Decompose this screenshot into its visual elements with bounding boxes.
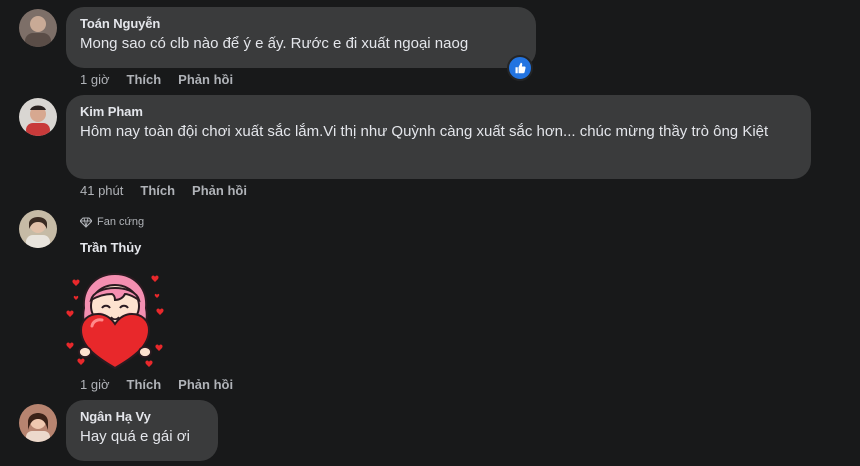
comment-bubble: Ngân Hạ Vy Hay quá e gái ơi	[66, 400, 218, 461]
reply-button[interactable]: Phản hồi	[178, 72, 233, 88]
thumbs-up-icon[interactable]	[507, 55, 533, 81]
heart-girl-sticker[interactable]	[64, 268, 166, 372]
comment-author[interactable]: Kim Pham	[80, 103, 799, 120]
avatar[interactable]	[19, 404, 57, 442]
comment-text: Mong sao có clb nào để ý e ấy. Rước e đi…	[80, 35, 469, 52]
diamond-icon	[80, 216, 92, 228]
fan-badge: Fan cứng	[80, 216, 144, 228]
comment-author[interactable]: Toán Nguyễn	[80, 15, 524, 32]
comment-time[interactable]: 41 phút	[80, 183, 123, 199]
reply-button[interactable]: Phản hồi	[178, 377, 233, 393]
comment-author[interactable]: Ngân Hạ Vy	[80, 408, 206, 425]
like-button[interactable]: Thích	[127, 377, 162, 393]
comment-actions: 41 phút Thích Phản hồi	[80, 183, 264, 199]
comment-author[interactable]: Trần Thủy	[80, 239, 141, 256]
comment-bubble: Kim Pham Hôm nay toàn đội chơi xuất sắc …	[66, 95, 811, 179]
like-button[interactable]: Thích	[127, 72, 162, 88]
avatar[interactable]	[19, 98, 57, 136]
comment-time[interactable]: 1 giờ	[80, 377, 110, 393]
avatar[interactable]	[19, 9, 57, 47]
like-button[interactable]: Thích	[140, 183, 175, 199]
fan-badge-label: Fan cứng	[97, 216, 145, 228]
comment-actions: 1 giờ Thích Phản hồi	[80, 377, 250, 393]
comment-text: Hôm nay toàn đội chơi xuất sắc lắm.Vi th…	[80, 123, 769, 140]
avatar[interactable]	[19, 210, 57, 248]
comment-time[interactable]: 1 giờ	[80, 72, 110, 88]
comment-text: Hay quá e gái ơi	[80, 428, 190, 445]
comment-bubble: Toán Nguyễn Mong sao có clb nào để ý e ấ…	[66, 7, 536, 68]
reply-button[interactable]: Phản hồi	[192, 183, 247, 199]
comment-actions: 1 giờ Thích Phản hồi	[80, 72, 250, 88]
